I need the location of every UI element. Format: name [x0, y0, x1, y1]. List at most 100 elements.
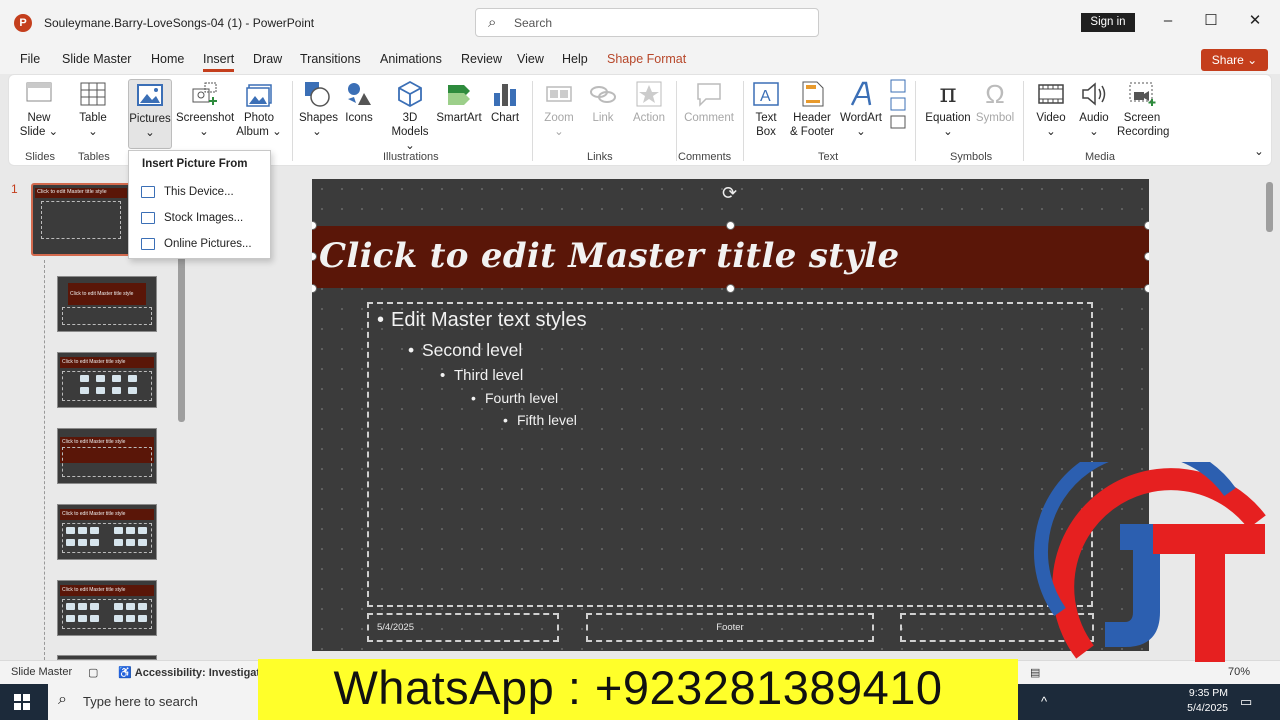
video-label: Video	[1036, 112, 1066, 124]
thumb-placeholder-icon	[138, 603, 147, 610]
taskbar-clock[interactable]: 9:35 PM 5/4/2025	[1170, 686, 1228, 716]
zoom-button[interactable]: Zoom ⌄	[541, 79, 577, 139]
symbol-label: Symbol	[975, 112, 1015, 124]
slide-number-icon	[890, 97, 906, 111]
thumb-title: Click to edit Master title style	[62, 439, 126, 445]
thumb-title: Click to edit Master title style	[70, 291, 134, 297]
footer-text: Footer	[716, 622, 744, 633]
accessibility-button[interactable]: ♿ Accessibility: Investigate	[118, 666, 266, 679]
search-box[interactable]: ⌕ Search	[475, 8, 819, 37]
screen-recording-label: Screen Recording	[1117, 112, 1170, 138]
thumb-placeholder-icon	[96, 387, 105, 394]
thumb-placeholder-icon	[80, 375, 89, 382]
tray-chevron-icon[interactable]: ^	[1041, 694, 1047, 709]
date-placeholder[interactable]: 5/4/2025	[367, 613, 559, 642]
tab-animations[interactable]: Animations	[380, 52, 442, 66]
new-slide-button[interactable]: New Slide ⌄	[17, 79, 61, 139]
title-bar: P Souleymane.Barry-LoveSongs-04 (1) - Po…	[0, 0, 1280, 46]
menu-item-online-pictures[interactable]: Online Pictures...	[139, 235, 267, 255]
shapes-button[interactable]: Shapes ⌄	[299, 79, 338, 139]
windows-start-icon[interactable]	[14, 694, 30, 710]
menu-item-label: Stock Images...	[164, 212, 244, 224]
equation-button[interactable]: π Equation ⌄	[923, 79, 973, 139]
thumb-placeholder-icon	[112, 387, 121, 394]
link-button[interactable]: Link	[586, 79, 620, 125]
maximize-button[interactable]: ☐	[1201, 11, 1221, 31]
tab-shape-format[interactable]: Shape Format	[607, 52, 686, 66]
tab-help[interactable]: Help	[562, 52, 588, 66]
icons-button[interactable]: Icons	[342, 79, 376, 125]
sign-in-button[interactable]: Sign in	[1081, 13, 1135, 32]
thumb-placeholder-icon	[114, 615, 123, 622]
body-placeholder[interactable]: Edit Master text styles Second level Thi…	[367, 302, 1093, 607]
resize-handle[interactable]	[312, 284, 317, 293]
notes-icon[interactable]: ▢	[88, 666, 98, 679]
menu-item-this-device[interactable]: This Device...	[139, 183, 267, 203]
title-placeholder[interactable]: Click to edit Master title style	[312, 226, 1149, 288]
master-thumbnail[interactable]: Click to edit Master title style	[31, 183, 131, 256]
resize-handle[interactable]	[726, 221, 735, 230]
layout-thumbnail[interactable]: Click to edit Master title style	[57, 352, 157, 408]
resize-handle[interactable]	[1144, 284, 1149, 293]
resize-handle[interactable]	[1144, 221, 1149, 230]
tab-file[interactable]: File	[20, 52, 40, 66]
resize-handle[interactable]	[1144, 252, 1149, 261]
photo-album-label: Photo Album	[236, 112, 275, 138]
taskbar-search-placeholder: Type here to search	[83, 694, 198, 709]
resize-handle[interactable]	[726, 284, 735, 293]
audio-button[interactable]: Audio ⌄	[1077, 79, 1111, 139]
tab-view[interactable]: View	[517, 52, 544, 66]
chart-button[interactable]: Chart	[489, 79, 521, 125]
tab-insert[interactable]: Insert	[203, 52, 235, 72]
tab-review[interactable]: Review	[461, 52, 502, 66]
thumb-placeholder-icon	[128, 375, 137, 382]
thumb-title: Click to edit Master title style	[62, 359, 126, 365]
layout-thumbnail[interactable]: Click to edit Master title style	[57, 580, 157, 636]
3d-models-button[interactable]: 3D Models ⌄	[389, 79, 431, 153]
layout-thumbnail[interactable]: Click to edit Master title style	[57, 276, 157, 332]
menu-item-stock-images[interactable]: Stock Images...	[139, 209, 267, 229]
comment-button[interactable]: Comment	[681, 79, 737, 125]
layout-thumbnail[interactable]: Click to edit Master title style	[57, 504, 157, 560]
pictures-button[interactable]: Pictures ⌄	[128, 79, 172, 149]
text-extra-buttons[interactable]	[887, 79, 909, 133]
thumb-placeholder-icon	[126, 527, 135, 534]
collapse-ribbon-button[interactable]: ⌄	[1252, 145, 1266, 159]
layout-thumbnail[interactable]: Click to edit Master title style	[57, 428, 157, 484]
slide-master-canvas[interactable]: ⟳ Click to edit Master title style Edit …	[312, 179, 1149, 651]
minimize-button[interactable]: –	[1158, 11, 1178, 31]
screenshot-button[interactable]: Screenshot ⌄	[176, 79, 234, 139]
new-slide-label: New Slide	[19, 112, 51, 138]
screenshot-icon	[192, 82, 217, 105]
screen-recording-button[interactable]: Screen Recording	[1117, 79, 1170, 139]
footer-placeholder[interactable]: Footer	[586, 613, 874, 642]
tab-home[interactable]: Home	[151, 52, 184, 66]
menu-item-label: This Device...	[164, 186, 234, 198]
text-box-button[interactable]: A Text Box	[749, 79, 783, 139]
group-separator	[743, 81, 744, 161]
wordart-button[interactable]: WordArt ⌄	[839, 79, 883, 139]
table-icon	[80, 82, 106, 106]
tab-slide-master[interactable]: Slide Master	[62, 52, 131, 66]
thumb-body-box	[62, 447, 152, 477]
notifications-icon[interactable]: ▭	[1240, 694, 1252, 710]
share-button[interactable]: Share ⌄	[1201, 49, 1268, 71]
table-button[interactable]: Table ⌄	[73, 79, 113, 139]
video-button[interactable]: Video ⌄	[1033, 79, 1069, 139]
rotate-handle-icon[interactable]: ⟳	[722, 183, 737, 204]
photo-album-button[interactable]: Photo Album ⌄	[235, 79, 283, 139]
canvas-scrollbar[interactable]	[1266, 182, 1273, 232]
slide-number: 1	[11, 182, 18, 196]
tab-transitions[interactable]: Transitions	[300, 52, 361, 66]
thumb-placeholder-icon	[90, 615, 99, 622]
close-button[interactable]: ✕	[1245, 11, 1265, 31]
title-placeholder-text: Click to edit Master title style	[319, 236, 900, 276]
smartart-button[interactable]: SmartArt	[435, 79, 483, 125]
layout-thumbnail[interactable]	[57, 655, 157, 660]
tab-draw[interactable]: Draw	[253, 52, 282, 66]
header-footer-button[interactable]: Header & Footer	[789, 79, 835, 139]
symbol-button[interactable]: Ω Symbol	[975, 79, 1015, 125]
zoom-icon	[546, 86, 572, 102]
audio-label: Audio	[1079, 112, 1109, 124]
action-button[interactable]: Action	[627, 79, 671, 125]
